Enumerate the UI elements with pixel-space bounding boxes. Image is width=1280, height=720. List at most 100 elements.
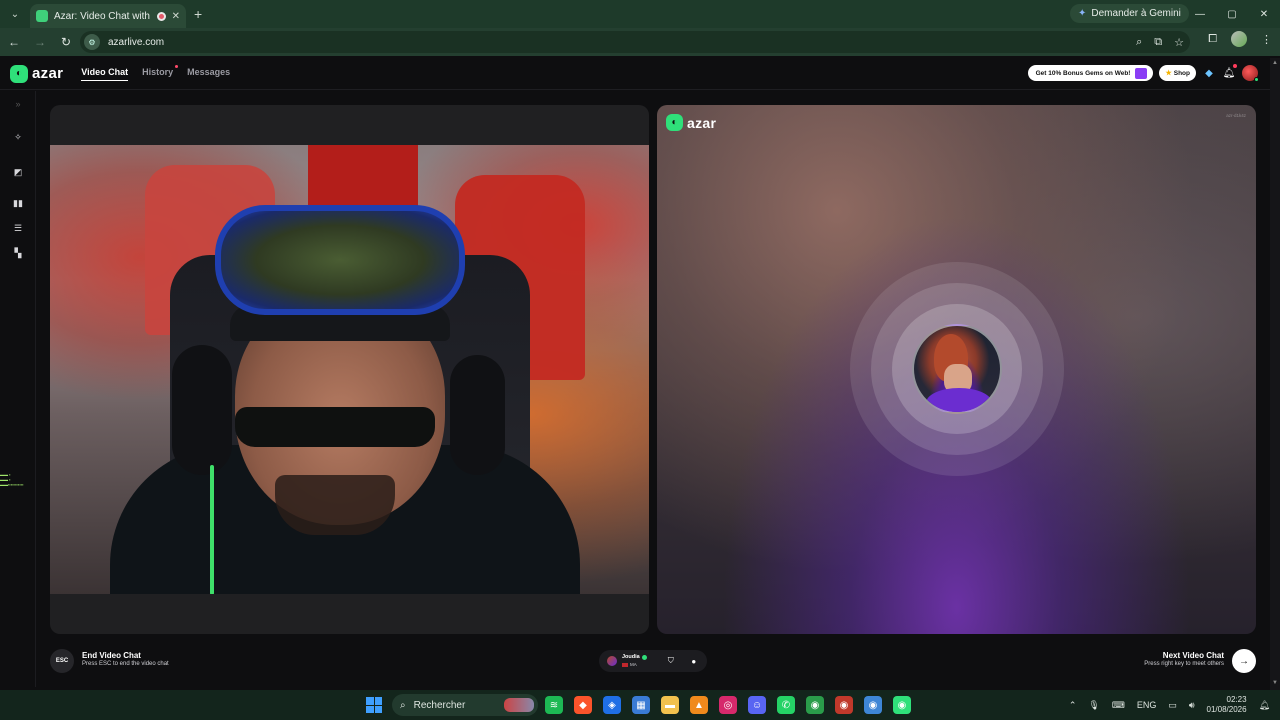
azar-logo[interactable]: ◐ azar [10, 64, 63, 83]
notification-dot [175, 64, 179, 68]
headset-left-cup [172, 345, 232, 475]
beard [275, 475, 395, 535]
self-camera-feed [50, 145, 649, 594]
match-profile-avatar [912, 324, 1002, 414]
bookmark-star-icon[interactable]: ☆ [1174, 36, 1184, 49]
chrome-menu-icon[interactable]: ⋮ [1261, 33, 1272, 46]
nav-history[interactable]: History [142, 64, 179, 81]
vlc-app-icon[interactable]: ▲ [690, 696, 708, 714]
taskbar-apps: ≋ ◆ ◈ ▦ ▬ ▲ ◎ ☺ ✆ ◉ ◉ ◉ ◉ [545, 696, 911, 714]
gemini-label: Demander à Gemini [1091, 8, 1181, 19]
magic-wand-icon[interactable]: ✧ [9, 128, 27, 146]
clock-time: 02:23 [1226, 695, 1247, 704]
headset-cable [210, 465, 214, 594]
site-info-icon[interactable]: ⚙ [84, 34, 100, 50]
gift-icon [1135, 67, 1148, 79]
keyboard-icon[interactable]: ⌨ [1112, 700, 1125, 711]
window-controls: — ▢ ✕ [1184, 0, 1280, 28]
bonus-gems-promo-button[interactable]: Get 10% Bonus Gems on Web! [1027, 65, 1154, 81]
profile-avatar[interactable] [1231, 31, 1247, 47]
taskbar-search-box[interactable]: ⌕ Rechercher [392, 694, 538, 716]
url-text[interactable]: azarlive.com [108, 37, 164, 48]
volume-icon[interactable]: 🔊︎ [1189, 700, 1195, 711]
online-status-dot [1254, 77, 1259, 82]
close-window-button[interactable]: ✕ [1248, 0, 1280, 28]
chat-controls-bar: ESC End Video Chat Press ESC to end the … [36, 640, 1270, 687]
brave-app-icon[interactable]: ◆ [574, 696, 592, 714]
chrome-app-icon[interactable]: ◉ [806, 696, 824, 714]
header-actions: Get 10% Bonus Gems on Web! ★ Shop ◆ 🔔︎ [1027, 64, 1259, 82]
gem-icon[interactable]: ◆ [1202, 66, 1216, 80]
omnibox[interactable]: ⚙ azarlive.com ⌕ ⧉ ☆ [80, 31, 1190, 53]
bell-icon[interactable]: 🔔︎ [1222, 64, 1237, 80]
defender-app-icon[interactable]: ◈ [603, 696, 621, 714]
chrome-profile-3-app-icon[interactable]: ◉ [864, 696, 882, 714]
scroll-down-arrow-icon[interactable]: ▼ [1272, 680, 1278, 686]
network-icon[interactable]: ▭ [1168, 700, 1177, 711]
tab-title: Azar: Video Chat with New [54, 10, 151, 22]
notification-bell-icon[interactable]: 🔔︎ [1259, 700, 1270, 711]
forward-arrow-icon[interactable]: → [28, 30, 52, 54]
explorer-app-icon[interactable]: ▬ [661, 696, 679, 714]
main-nav: Video Chat History Messages [81, 64, 230, 81]
gemini-button[interactable]: ✦ Demander à Gemini [1070, 4, 1189, 23]
partner-video-panel: ◐ azar azr-d1k4z [657, 105, 1256, 634]
nav-video-chat[interactable]: Video Chat [81, 67, 129, 81]
taskbar-search-label: Rechercher [413, 699, 466, 711]
side-rail: » ✧ ◩ ▮▮ ☰ ▚ [0, 91, 36, 687]
chat-bubble-icon[interactable]: ● [687, 654, 701, 668]
clock-date: 01/08/2026 [1206, 705, 1247, 714]
filter-icon[interactable]: ◩ [9, 163, 27, 181]
store-app-icon[interactable]: ▦ [632, 696, 650, 714]
tab-search-menu-button[interactable]: ⌄ [4, 4, 26, 24]
report-shield-icon[interactable]: ⛉ [664, 654, 678, 668]
reload-icon[interactable]: ↻ [54, 30, 78, 54]
gemini-sparkle-icon: ✦ [1078, 8, 1087, 19]
avatar-dress [926, 388, 992, 412]
zoom-icon[interactable]: ⌕ [1136, 36, 1142, 49]
discord-app-icon[interactable]: ☺ [748, 696, 766, 714]
end-chat-esc-button[interactable]: ESC [50, 649, 74, 673]
self-video-panel [50, 105, 649, 634]
whatsapp-app-icon[interactable]: ✆ [777, 696, 795, 714]
bell-badge [1233, 64, 1237, 68]
end-video-chat-hint: Press ESC to end the video chat [82, 661, 169, 667]
maximize-button[interactable]: ▢ [1216, 0, 1248, 28]
system-tray: ⌃ 🎙︎ ⌨ ENG ▭ 🔊︎ 02:23 01/08/2026 🔔︎ [1069, 690, 1270, 720]
nav-messages[interactable]: Messages [187, 67, 230, 81]
peer-avatar[interactable] [607, 656, 617, 666]
tab-close-icon[interactable]: ✕ [172, 11, 180, 22]
user-avatar[interactable] [1242, 65, 1259, 82]
back-arrow-icon[interactable]: ← [2, 30, 26, 54]
install-app-icon[interactable]: ⧉ [1154, 36, 1162, 49]
next-video-chat-hint: Press right key to meet others [1144, 661, 1224, 667]
peer-country-row: MA [622, 661, 647, 668]
instagram-app-icon[interactable]: ◎ [719, 696, 737, 714]
extensions-puzzle-icon[interactable]: ⧠ [1208, 33, 1217, 46]
chevron-up-icon[interactable]: ⌃ [1069, 700, 1077, 711]
new-tab-button[interactable]: + [194, 6, 202, 22]
page-scrollbar[interactable]: ▲ ▼ [1270, 58, 1280, 690]
shop-star-icon: ★ [1165, 70, 1172, 77]
next-chat-button[interactable]: → [1232, 649, 1256, 673]
spotify-app-icon[interactable]: ≋ [545, 696, 563, 714]
layout-stack-icon[interactable]: ☰ [9, 219, 27, 237]
chrome-profile-2-app-icon[interactable]: ◉ [835, 696, 853, 714]
flag-icon [622, 662, 628, 667]
expand-icon[interactable]: » [9, 95, 27, 113]
ski-goggles [215, 205, 465, 315]
chrome-active-app-icon[interactable]: ◉ [893, 696, 911, 714]
browser-tab-azar[interactable]: Azar: Video Chat with New ✕ [30, 4, 186, 28]
shop-button[interactable]: ★ Shop [1159, 65, 1196, 81]
windows-start-icon[interactable] [366, 697, 382, 713]
layout-grid-icon[interactable]: ▚ [9, 244, 27, 262]
microphone-icon[interactable]: 🎙︎ [1088, 700, 1099, 711]
peer-name: Joudia [622, 654, 640, 660]
azar-logo-mark-icon: ◐ [666, 114, 683, 131]
scroll-up-arrow-icon[interactable]: ▲ [1272, 60, 1278, 66]
minimize-button[interactable]: — [1184, 0, 1216, 28]
nav-history-label: History [142, 66, 174, 77]
language-indicator[interactable]: ENG [1137, 700, 1157, 710]
layout-split-icon[interactable]: ▮▮ [9, 194, 27, 212]
system-clock[interactable]: 02:23 01/08/2026 [1207, 695, 1247, 715]
